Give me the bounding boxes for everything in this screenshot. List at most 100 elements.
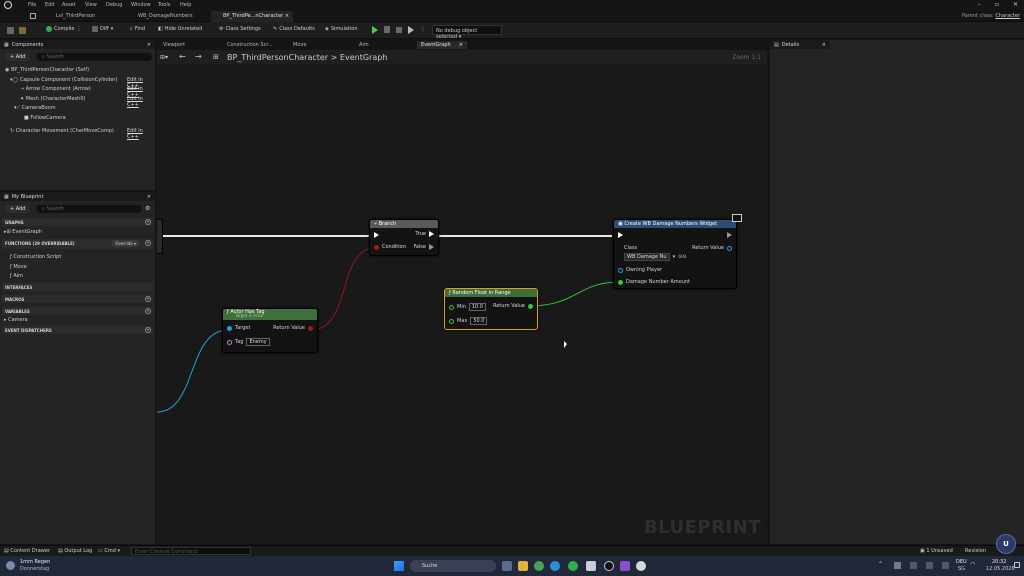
save-icon[interactable] [7, 27, 14, 34]
tree-item-capsule[interactable]: ▾◯ Capsule Component (CollisionCylinder) [10, 77, 117, 83]
find-button[interactable]: ⌕ Find [130, 26, 145, 32]
section-variables[interactable]: VARIABLES + [2, 307, 153, 315]
override-button[interactable]: Override ▾ [112, 240, 139, 247]
app-icon-edge[interactable] [550, 561, 560, 571]
play-icon[interactable] [372, 26, 378, 34]
false-pin[interactable]: False [413, 244, 434, 250]
section-event-dispatchers[interactable]: EVENT DISPATCHERS + [2, 326, 153, 334]
chevron-down-icon[interactable]: ⋮ [76, 26, 81, 32]
back-arrow-icon[interactable]: ← [179, 52, 186, 61]
taskbar-search[interactable]: Suche [410, 560, 496, 572]
node-create-widget[interactable]: ▣ Create WB Damage Numbers Widget Class … [613, 214, 742, 289]
app-icon-unreal[interactable] [604, 561, 614, 571]
tab-construction-script[interactable]: Construction Scr... [223, 41, 277, 49]
add-function-icon[interactable]: + [145, 240, 151, 246]
tab-wb-damagenumbers[interactable]: WB_DamageNumbers [126, 11, 197, 22]
app-icon-explorer[interactable] [518, 561, 528, 571]
close-tab-icon[interactable]: × [285, 13, 289, 19]
graph-canvas[interactable]: ⑂ Branch True Condition False ƒ Actor Ha… [157, 64, 767, 544]
return-value-pin[interactable]: Return Value [493, 303, 533, 309]
stop-icon[interactable] [396, 27, 402, 33]
menu-help[interactable]: Help [180, 2, 191, 8]
minimize-icon[interactable]: – [978, 1, 981, 8]
unreal-logo-icon[interactable] [4, 1, 12, 9]
resume-icon[interactable] [408, 26, 414, 34]
close-icon[interactable]: × [822, 42, 826, 48]
close-tab-icon[interactable]: × [459, 42, 463, 48]
add-variable-icon[interactable]: + [145, 308, 151, 314]
app-icon-whatsapp[interactable] [568, 561, 578, 571]
menu-edit[interactable]: Edit [45, 2, 55, 8]
weather-icon[interactable] [6, 561, 15, 570]
min-pin[interactable]: Min 10.0 [449, 303, 487, 311]
node-actor-has-tag[interactable]: ƒ Actor Has Tag Target is Actor Target Re… [222, 308, 318, 353]
target-pin[interactable]: Target [227, 325, 250, 331]
breadcrumb-root[interactable]: BP_ThirdPersonCharacter [227, 53, 328, 62]
tab-lvl-thirdperson[interactable]: Lvl_ThirdPerson [44, 11, 99, 22]
menu-asset[interactable]: Asset [62, 2, 76, 8]
revision-control-button[interactable]: Revision [965, 548, 986, 554]
menu-file[interactable]: File [28, 2, 36, 8]
menu-window[interactable]: Window [131, 2, 151, 8]
tag-pin[interactable]: Tag Enemy [227, 338, 270, 346]
edit-cpp-link[interactable]: Edit in C++ [127, 128, 155, 140]
exec-in-pin[interactable] [618, 232, 623, 238]
tree-item-mesh[interactable]: ✦ Mesh (CharacterMesh0) [20, 96, 85, 102]
tree-item-cameraboom[interactable]: ▾⟋ CameraBoom [14, 105, 56, 111]
class-settings-button[interactable]: ⚙ Class Settings [219, 26, 261, 32]
true-pin[interactable]: True [415, 231, 434, 237]
tree-item-followcamera[interactable]: ■ FollowCamera [24, 115, 66, 121]
content-drawer-button[interactable]: ▤ Content Drawer [4, 548, 50, 554]
step-icon[interactable] [384, 26, 390, 33]
debug-object-select[interactable]: No debug object selected ▾ [432, 25, 502, 40]
add-member-button[interactable]: + Add [6, 205, 30, 213]
output-log-button[interactable]: ▤ Output Log [58, 548, 92, 554]
tray-icon-3[interactable] [926, 562, 933, 569]
exec-in-pin[interactable] [374, 232, 379, 238]
tag-value-input[interactable]: Enemy [246, 338, 270, 346]
variable-category-camera[interactable]: ▸ Camera [4, 317, 28, 323]
owning-player-pin[interactable]: Owning Player [618, 267, 662, 273]
browse-icon[interactable]: ⊙⊙ [678, 254, 686, 260]
class-value-select[interactable]: WB Damage Nu [624, 253, 670, 261]
section-interfaces[interactable]: INTERFACES [2, 283, 153, 291]
graph-item-eventgraph[interactable]: ▸⊞ EventGraph [4, 229, 42, 235]
menu-view[interactable]: View [85, 2, 97, 8]
function-item-aim[interactable]: ƒ Aim [10, 273, 23, 279]
components-search-input[interactable]: ⌕ Search [36, 53, 152, 61]
node-options-icon[interactable] [732, 214, 742, 222]
weather-temp[interactable]: 1mm Regen [20, 559, 50, 565]
cmd-button[interactable]: ▭ Cmd ▾ [98, 548, 120, 554]
add-macro-icon[interactable]: + [145, 296, 151, 302]
close-icon[interactable]: × [147, 42, 151, 48]
tray-chevron-icon[interactable]: ⌃ [878, 561, 883, 568]
tree-item-root[interactable]: ◉ BP_ThirdPersonCharacter (Self) [5, 67, 89, 73]
clock-time[interactable]: 20:32 [992, 559, 1006, 565]
tray-icon-2[interactable] [910, 562, 917, 569]
node-branch[interactable]: ⑂ Branch True Condition False [369, 219, 439, 256]
tab-aim[interactable]: Aim [355, 41, 373, 49]
section-functions[interactable]: FUNCTIONS (29 OVERRIDABLE) Override ▾ + [2, 239, 153, 249]
add-graph-icon[interactable]: + [145, 219, 151, 225]
app-icon-widgets[interactable] [502, 561, 512, 571]
console-command-input[interactable]: Enter Console Command [131, 547, 251, 555]
class-select[interactable]: WB Damage Nu ▾ ⊙⊙ [624, 253, 686, 261]
function-item-construction[interactable]: ƒ Construction Script [10, 254, 61, 260]
min-value-input[interactable]: 10.0 [468, 303, 487, 311]
breadcrumb-graph[interactable]: EventGraph [340, 53, 387, 62]
home-icon[interactable] [30, 13, 36, 19]
damage-amount-pin[interactable]: Damage Number Amount [618, 279, 690, 285]
node-random-float-in-range[interactable]: ƒ Random Float in Range Min 10.0 Return V… [444, 288, 538, 330]
section-graphs[interactable]: GRAPHS + [2, 218, 153, 226]
tab-bp-thirdpersoncharacter[interactable]: BP_ThirdPe...nCharacter × [211, 11, 294, 22]
app-icon-other[interactable] [636, 561, 646, 571]
event-node-edge[interactable] [157, 219, 163, 254]
hide-unrelated-button[interactable]: ◧ Hide Unrelated [158, 26, 202, 32]
condition-pin[interactable]: Condition [374, 244, 406, 250]
app-icon-notepad[interactable] [586, 561, 596, 571]
tree-item-charmove[interactable]: ↻ Character Movement (CharMoveComp) [10, 128, 114, 134]
section-macros[interactable]: MACROS + [2, 295, 153, 303]
max-value-input[interactable]: 50.0 [470, 317, 488, 325]
max-pin[interactable]: Max 50.0 [449, 317, 488, 325]
tab-move[interactable]: Move [289, 41, 310, 49]
